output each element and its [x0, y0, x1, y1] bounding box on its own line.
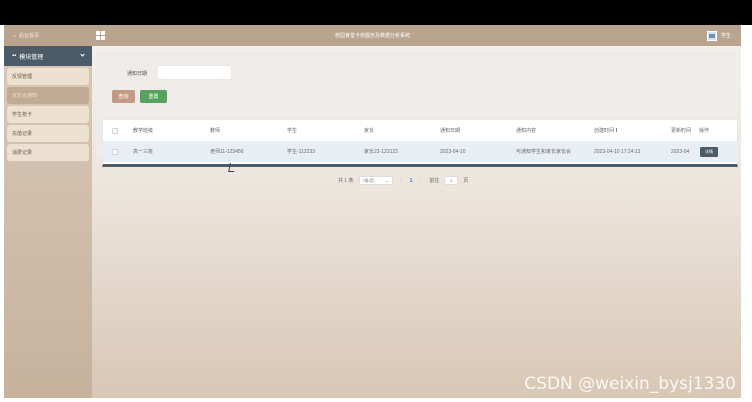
chevron-down-icon: ⌄	[385, 178, 389, 183]
search-button[interactable]: 查询	[112, 90, 135, 103]
app-header: ⌂ 后台首页 校园食堂卡校服务及数据分析系统 学生	[4, 25, 741, 46]
column-header: 家长	[364, 128, 375, 134]
cell-updated: 2023-04	[671, 148, 690, 155]
sidebar-item-student-card[interactable]: 学生校卡	[7, 106, 89, 123]
cell-content: 可通知学生和家长家长会	[516, 149, 572, 155]
menu-icon: ▪▪	[12, 53, 17, 59]
top-black-bar	[0, 0, 752, 25]
pagination-total: 共 1 条	[338, 178, 354, 184]
column-header: 操作	[699, 128, 710, 134]
sidebar-group-label: 模块管理	[19, 54, 44, 61]
goto-page-input[interactable]: 1	[444, 176, 459, 185]
sidebar-group-modules[interactable]: ▪▪ 模块管理	[4, 46, 92, 66]
row-checkbox[interactable]	[112, 148, 118, 155]
column-header: 通知日期	[440, 128, 461, 134]
detail-button[interactable]: 详情	[700, 146, 718, 157]
user-label: 学生	[720, 33, 731, 39]
sidebar-item-consumption[interactable]: 消费记录	[7, 144, 89, 161]
avatar-icon	[706, 30, 717, 41]
goto-suffix: 页	[463, 178, 469, 184]
table-header-row: 教学班级 教师 学生 家长 通知日期 通知内容 创建时间 更新时间 操作	[103, 120, 739, 141]
notice-date-label: 通知日期	[127, 71, 148, 77]
column-header: 教师	[210, 128, 221, 134]
reset-button[interactable]: 重置	[140, 90, 167, 103]
sidebar: ▪▪ 模块管理 反馈管理 家长会通知 学生校卡 充值记录 消费记录	[4, 46, 92, 398]
column-header-label: 创建时间	[594, 128, 615, 134]
cell-created: 2023-04-10 17:24:13	[594, 148, 641, 155]
cell-teacher: 老师11-123456	[210, 149, 244, 155]
main-content: 通知日期 查询 重置 教学班级 教师 学生 家长 通知日期 通知内容 创建时间 …	[92, 46, 741, 398]
page-size-value: 7条/页	[362, 177, 374, 183]
goto-prefix: 前往	[429, 178, 440, 184]
cell-parent: 家长22-123123	[364, 149, 398, 155]
chevron-down-icon	[80, 52, 85, 57]
pagination: 共 1 条 7条/页 ⌄ ‹ 1 › 前往 1 页	[338, 176, 468, 185]
notice-date-input[interactable]	[157, 65, 232, 80]
prev-page-button[interactable]: ‹	[398, 178, 405, 184]
sidebar-item-label: 反馈管理	[12, 74, 33, 80]
search-panel: 通知日期 查询 重置 教学班级 教师 学生 家长 通知日期 通知内容 创建时间 …	[96, 49, 739, 167]
sidebar-item-parent-meeting[interactable]: 家长会通知	[7, 87, 89, 104]
column-header: 教学班级	[133, 128, 154, 134]
table-row[interactable]: 高一三班 老师11-123456 学生-112233 家长22-123123 2…	[103, 141, 739, 162]
cell-class: 高一三班	[133, 149, 154, 155]
cell-notice-date: 2023-04-10	[440, 148, 466, 155]
next-page-button[interactable]: ›	[417, 178, 424, 184]
column-header: 学生	[287, 128, 298, 134]
page-number[interactable]: 1	[410, 178, 413, 184]
system-title: 校园食堂卡校服务及数据分析系统	[334, 33, 410, 39]
sidebar-item-recharge[interactable]: 充值记录	[7, 125, 89, 142]
cell-student: 学生-112233	[287, 149, 315, 155]
column-header-sortable[interactable]: 创建时间	[594, 127, 619, 134]
sidebar-item-label: 充值记录	[12, 131, 33, 137]
data-table: 教学班级 教师 学生 家长 通知日期 通知内容 创建时间 更新时间 操作 高一三…	[102, 119, 739, 167]
watermark: CSDN @weixin_bysj1330	[524, 374, 736, 394]
sidebar-item-feedback[interactable]: 反馈管理	[7, 68, 89, 85]
column-header: 通知内容	[516, 128, 537, 134]
sort-icon	[616, 128, 619, 132]
sidebar-item-label: 家长会通知	[12, 93, 38, 99]
page-size-select[interactable]: 7条/页 ⌄	[358, 176, 393, 185]
select-all-checkbox[interactable]	[112, 127, 118, 134]
column-header: 更新时间	[671, 128, 692, 134]
sidebar-item-label: 学生校卡	[12, 112, 33, 118]
sidebar-item-label: 消费记录	[12, 150, 33, 156]
user-menu[interactable]: 学生	[706, 30, 731, 41]
